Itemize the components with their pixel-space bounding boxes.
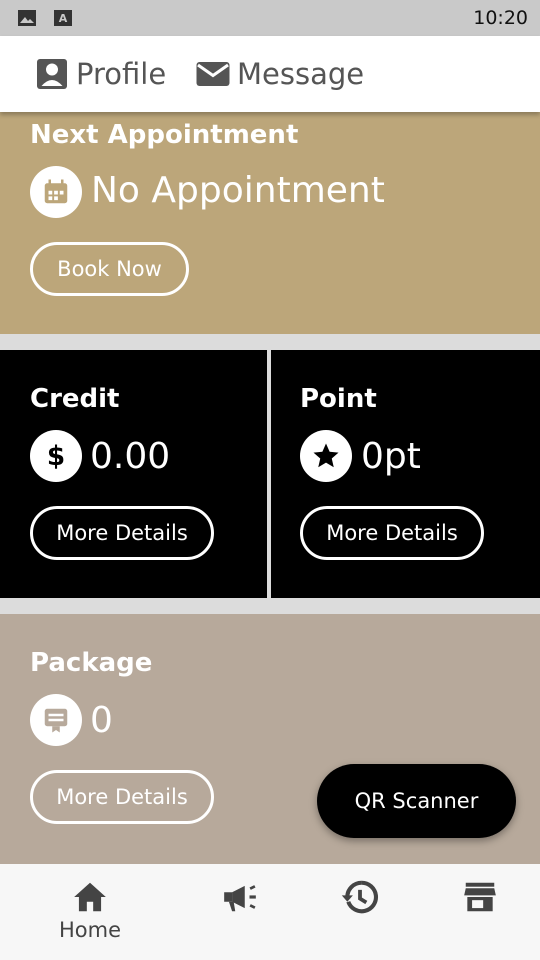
point-icon-circle <box>300 430 352 482</box>
credit-title: Credit <box>30 384 120 414</box>
bottom-nav-history[interactable] <box>300 864 420 960</box>
profile-icon <box>37 59 67 89</box>
top-nav: Profile Message <box>0 36 540 112</box>
megaphone-icon <box>224 885 256 912</box>
message-label: Message <box>237 57 365 91</box>
package-value: 0 <box>90 700 113 741</box>
bottom-nav-announcements[interactable] <box>180 864 300 960</box>
appointment-card: Next Appointment No Appointment Book Now <box>0 112 540 334</box>
keyboard-a-icon: A <box>54 10 72 26</box>
mail-icon <box>196 62 230 86</box>
home-icon <box>74 882 106 912</box>
point-value: 0pt <box>361 436 421 477</box>
bottom-nav-home[interactable]: Home <box>30 864 150 960</box>
appointment-icon-circle <box>30 166 82 218</box>
profile-label: Profile <box>76 57 167 91</box>
appointment-title: Next Appointment <box>30 120 299 150</box>
image-icon <box>18 10 36 26</box>
bottom-nav-home-label: Home <box>58 918 121 942</box>
package-icon <box>44 708 68 733</box>
star-icon <box>313 443 339 468</box>
point-title: Point <box>300 384 377 414</box>
qr-scanner-button[interactable]: QR Scanner <box>317 764 516 838</box>
status-time: 10:20 <box>473 7 528 29</box>
calendar-icon <box>44 179 68 204</box>
svg-text:$: $ <box>47 442 65 471</box>
status-bar: A 10:20 <box>0 0 540 36</box>
package-title: Package <box>30 648 153 678</box>
package-icon-circle <box>30 694 82 746</box>
book-now-button[interactable]: Book Now <box>30 242 189 296</box>
appointment-value: No Appointment <box>91 170 385 211</box>
bottom-nav: Home <box>0 864 540 960</box>
history-icon <box>341 880 379 914</box>
credit-card: Credit $ 0.00 More Details <box>0 350 267 598</box>
point-card: Point 0pt More Details <box>271 350 540 598</box>
svg-text:A: A <box>59 12 68 25</box>
store-icon <box>464 882 496 912</box>
credit-more-details-button[interactable]: More Details <box>30 506 214 560</box>
package-more-details-button[interactable]: More Details <box>30 770 214 824</box>
point-more-details-button[interactable]: More Details <box>300 506 484 560</box>
credit-icon-circle: $ <box>30 430 82 482</box>
credit-value: 0.00 <box>90 436 171 477</box>
dollar-icon: $ <box>47 442 65 471</box>
message-button[interactable]: Message <box>195 54 364 94</box>
profile-button[interactable]: Profile <box>34 54 166 94</box>
bottom-nav-store[interactable] <box>420 864 540 960</box>
